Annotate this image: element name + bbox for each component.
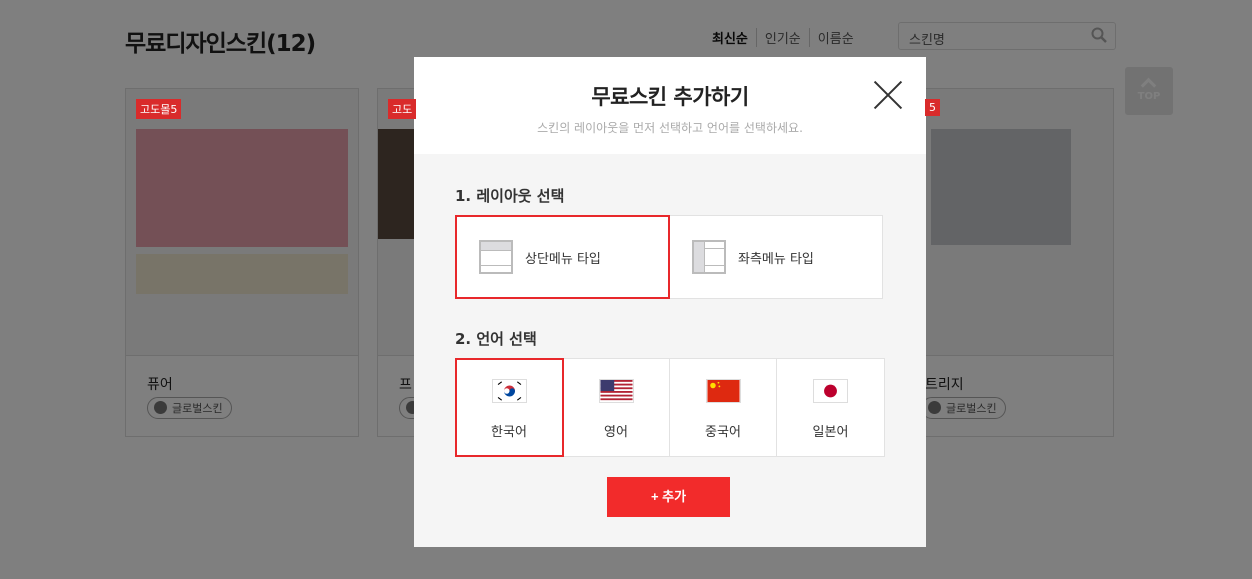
- layout-label: 좌측메뉴 타입: [738, 251, 814, 267]
- language-heading: 2. 언어 선택: [455, 330, 537, 348]
- badge: 고도몰5: [136, 99, 182, 119]
- usa-flag-icon: [598, 379, 634, 403]
- layout-heading: 1. 레이아웃 선택: [455, 187, 565, 205]
- layout-option-left[interactable]: 좌측메뉴 타입: [669, 216, 882, 298]
- add-button[interactable]: + 추가: [607, 477, 730, 517]
- modal-subtitle: 스킨의 레이아웃을 먼저 선택하고 언어를 선택하세요.: [537, 121, 803, 135]
- language-option-english[interactable]: 영어: [563, 359, 670, 456]
- china-flag-icon: [705, 379, 741, 403]
- language-option-chinese[interactable]: 중국어: [670, 359, 777, 456]
- layout-options: 상단메뉴 타입 좌측메뉴 타입: [455, 215, 883, 299]
- modal-title: 무료스킨 추가하기: [591, 85, 749, 109]
- layout-option-top[interactable]: 상단메뉴 타입: [455, 215, 670, 299]
- close-icon[interactable]: [874, 81, 902, 109]
- korea-flag-icon: [491, 379, 527, 403]
- add-skin-modal: 무료스킨 추가하기 스킨의 레이아웃을 먼저 선택하고 언어를 선택하세요. 1…: [414, 57, 926, 547]
- layout-label: 상단메뉴 타입: [525, 251, 601, 267]
- language-label: 한국어: [491, 425, 527, 440]
- japan-flag-icon: [813, 379, 848, 403]
- language-options: 한국어 영어 중국어 일본어: [455, 358, 885, 457]
- language-label: 일본어: [812, 425, 849, 440]
- language-label: 중국어: [705, 425, 741, 440]
- language-label: 영어: [604, 425, 628, 440]
- badge: 5: [925, 99, 940, 116]
- left-menu-layout-icon: [692, 240, 726, 274]
- top-menu-layout-icon: [479, 240, 513, 274]
- language-option-korean[interactable]: 한국어: [455, 358, 564, 457]
- language-option-japanese[interactable]: 일본어: [777, 359, 884, 456]
- badge: 고도: [388, 99, 417, 119]
